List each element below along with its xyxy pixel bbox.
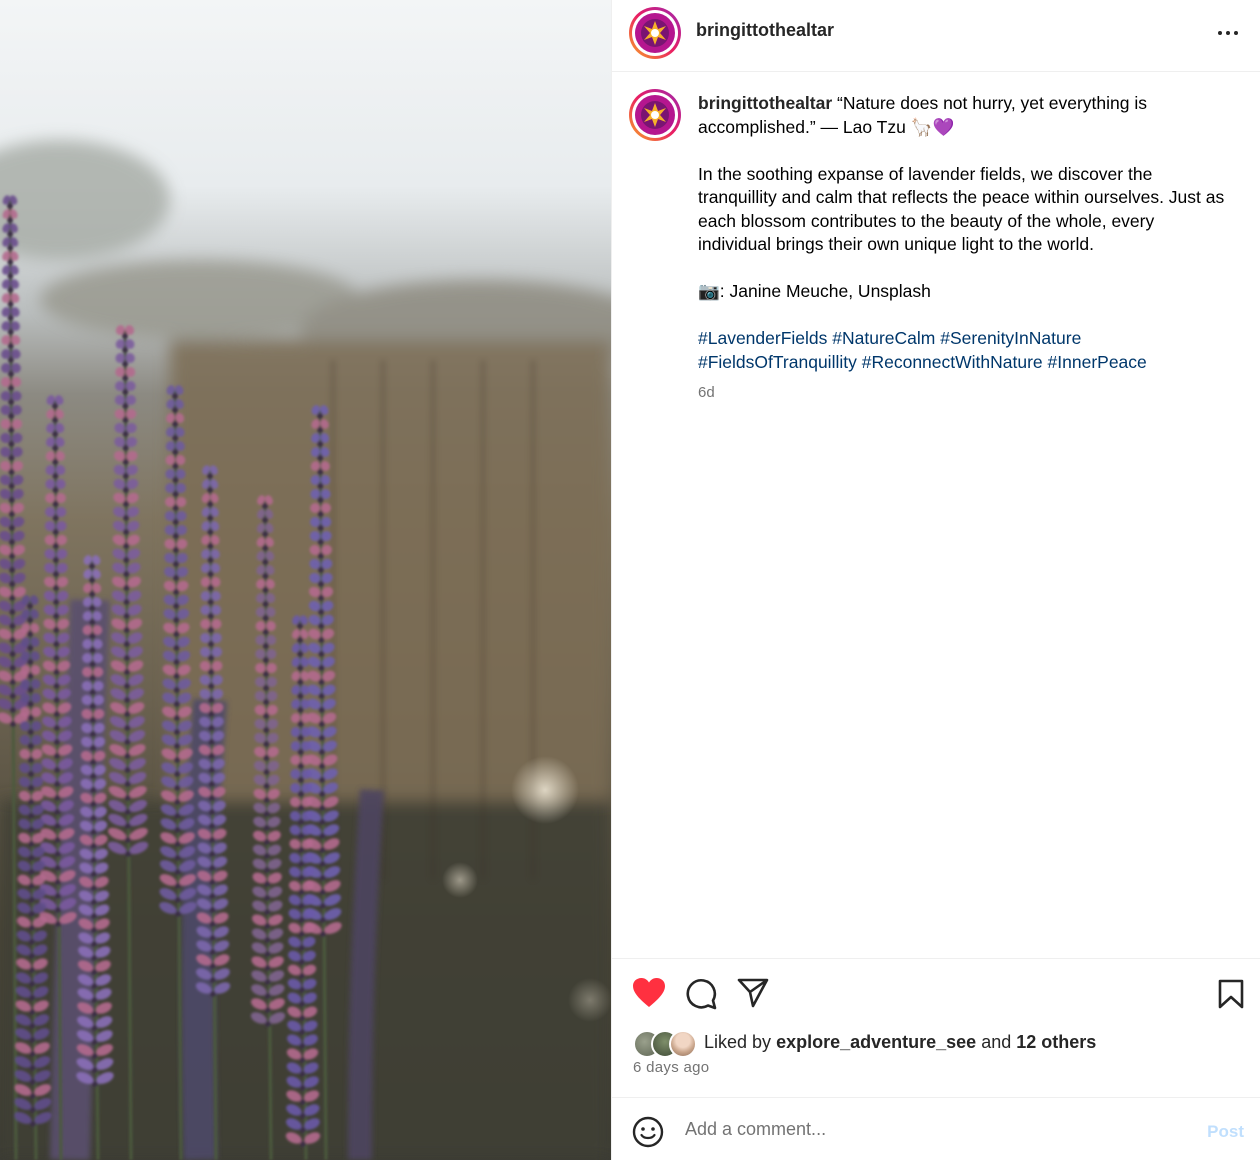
lavender-photo	[0, 0, 611, 1160]
comment-icon[interactable]	[685, 978, 717, 1010]
hashtag[interactable]: #InnerPeace	[1048, 352, 1147, 372]
more-horizontal-icon[interactable]	[1216, 24, 1240, 42]
post-header: bringittothealtar	[612, 0, 1260, 72]
likes-others-link[interactable]: 12 others	[1016, 1032, 1096, 1052]
smiley-icon[interactable]	[632, 1116, 664, 1148]
post-username[interactable]: bringittothealtar	[696, 20, 834, 41]
hashtag[interactable]: #LavenderFields	[698, 328, 827, 348]
mandala-avatar-icon	[629, 89, 681, 141]
avatar	[669, 1030, 697, 1058]
likes-summary: Liked by explore_adventure_see and 12 ot…	[704, 1032, 1096, 1053]
comment-input[interactable]	[685, 1119, 1165, 1140]
post-date[interactable]: 6 days ago	[633, 1059, 709, 1076]
hashtags: #LavenderFields #NatureCalm #SerenityInN…	[698, 327, 1228, 374]
hashtag[interactable]: #FieldsOfTranquillity	[698, 352, 857, 372]
caption-line1: bringittothealtar “Nature does not hurry…	[698, 92, 1228, 139]
photo-credit: 📷: Janine Meuche, Unsplash	[698, 281, 931, 301]
likes-and: and	[981, 1032, 1012, 1052]
avatar[interactable]	[628, 6, 682, 60]
hashtag[interactable]: #NatureCalm	[832, 328, 935, 348]
post-panel: bringittothealtar bringittothealtar “Nat…	[611, 0, 1260, 1160]
hashtag[interactable]: #ReconnectWithNature	[862, 352, 1043, 372]
liked-by-label: Liked by	[704, 1032, 772, 1052]
hashtag[interactable]: #SerenityInNature	[940, 328, 1081, 348]
action-bar	[612, 958, 1260, 1099]
caption: bringittothealtar “Nature does not hurry…	[698, 92, 1228, 374]
mandala-avatar-icon	[629, 7, 681, 59]
comment-box: Post	[612, 1097, 1260, 1161]
bookmark-icon[interactable]	[1218, 979, 1244, 1009]
post-photo[interactable]	[0, 0, 611, 1160]
post-comment-button[interactable]: Post	[1207, 1122, 1244, 1142]
caption-timestamp[interactable]: 6d	[698, 384, 715, 401]
liker-username[interactable]: explore_adventure_see	[776, 1032, 976, 1052]
caption-paragraph: In the soothing expanse of lavender fiel…	[698, 163, 1225, 255]
caption-username[interactable]: bringittothealtar	[698, 93, 832, 113]
heart-icon[interactable]	[632, 977, 666, 1009]
caption-avatar[interactable]	[628, 88, 682, 142]
share-icon[interactable]	[737, 978, 769, 1008]
